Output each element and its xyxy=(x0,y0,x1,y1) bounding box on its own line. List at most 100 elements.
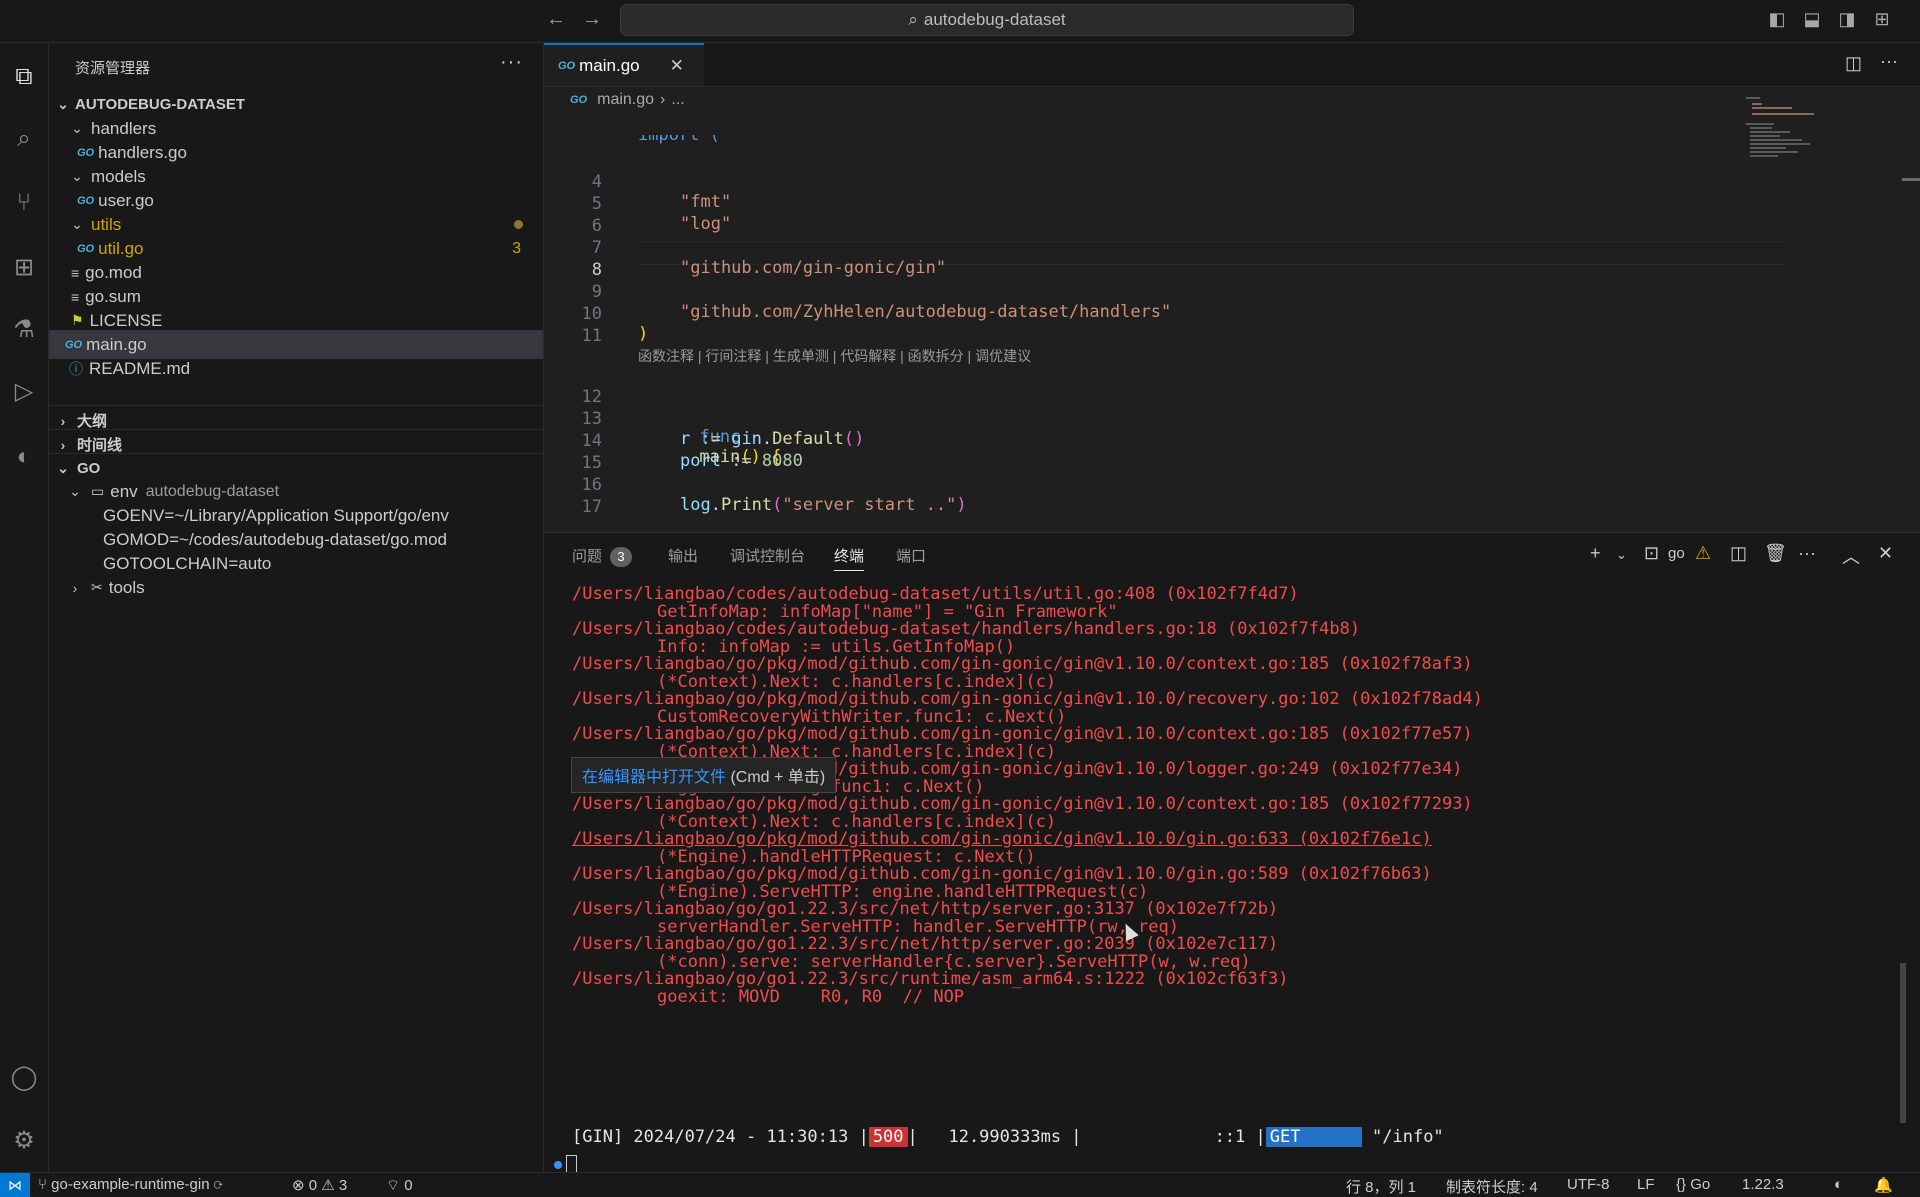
command-center-search[interactable]: ⌕ autodebug-dataset xyxy=(620,4,1354,36)
terminal-name[interactable]: go xyxy=(1668,545,1685,562)
method-get-badge: GET xyxy=(1265,1127,1362,1147)
encoding[interactable]: UTF-8 xyxy=(1567,1176,1610,1193)
tools-icon: ✂ xyxy=(91,579,103,595)
code-line: 7 "github.com/gin-gonic/gin" xyxy=(591,238,947,278)
code-line: 8 xyxy=(591,260,602,280)
customize-layout-icon[interactable]: ⊞ xyxy=(1871,9,1893,29)
terminal-scrollbar[interactable] xyxy=(1900,963,1906,1123)
tree-file-readme[interactable]: ⓘ README.md xyxy=(49,354,543,383)
braces-icon: {} xyxy=(1676,1176,1691,1193)
tab-ports[interactable]: 端口 xyxy=(896,545,926,566)
status-500-badge: 500 xyxy=(868,1127,908,1147)
command-decoration-dot xyxy=(554,1161,562,1169)
add-terminal-icon[interactable]: + xyxy=(1590,543,1601,564)
explorer-sidebar: 资源管理器 ··· ⌄ AUTODEBUG-DATASET ⌄ handlers… xyxy=(49,43,544,1183)
sync-icon: ⟳ xyxy=(213,1176,223,1193)
toggle-panel-icon[interactable]: ⬓ xyxy=(1801,9,1823,29)
toggle-sidebar-icon[interactable]: ◧ xyxy=(1766,9,1788,29)
code-line: 15 xyxy=(581,453,602,473)
more-actions-icon[interactable]: ··· xyxy=(1880,51,1898,72)
antenna-icon: ⌔ xyxy=(386,1177,405,1194)
editor-area: GO main.go ✕ ◫ ··· GO main.go › ... impo… xyxy=(544,43,1920,531)
tab-main-go[interactable]: GO main.go ✕ xyxy=(544,43,704,86)
go-tools-node[interactable]: › ✂ tools xyxy=(49,573,543,602)
ports-indicator[interactable]: ⌔ 0 xyxy=(386,1176,413,1195)
chevron-down-icon: ⌄ xyxy=(69,483,81,499)
arrow-left-icon[interactable]: ← xyxy=(546,8,566,31)
split-editor-icon[interactable]: ◫ xyxy=(1845,53,1862,74)
split-terminal-icon[interactable]: ◫ xyxy=(1730,543,1747,564)
open-file-link[interactable]: 在编辑器中打开文件 xyxy=(582,769,726,786)
bell-icon[interactable]: 🔔 xyxy=(1874,1176,1893,1194)
warning-icon: ⚠ xyxy=(321,1177,339,1194)
code-line: 6 xyxy=(591,216,602,236)
file-lines-icon: ≡ xyxy=(71,264,80,281)
tab-problems[interactable]: 问题 3 xyxy=(572,545,633,567)
more-actions-icon[interactable]: ··· xyxy=(1798,543,1816,564)
breadcrumb-symbol[interactable]: ... xyxy=(671,91,684,109)
explorer-title: 资源管理器 xyxy=(75,60,151,77)
trash-icon[interactable]: 🗑 xyxy=(1764,543,1787,564)
chevron-right-icon: › xyxy=(660,91,666,108)
chevron-right-icon: › xyxy=(60,436,66,453)
minimap[interactable] xyxy=(1744,95,1864,175)
maximize-panel-icon[interactable]: ︿ xyxy=(1842,543,1860,569)
explorer-icon[interactable]: ⧉ xyxy=(0,53,48,101)
terminal-icon[interactable]: ⊡ xyxy=(1644,543,1659,564)
chevron-down-icon: ⌄ xyxy=(71,168,83,184)
breadcrumb: GO main.go › ... xyxy=(570,91,685,109)
tab-terminal[interactable]: 终端 xyxy=(834,545,865,571)
extension-c-icon[interactable]: ◐ xyxy=(0,433,48,481)
info-icon: ⓘ xyxy=(69,360,83,377)
go-file-icon: GO xyxy=(77,194,95,207)
link-tooltip: 在编辑器中打开文件 (Cmd + 单击) xyxy=(571,757,837,793)
chevron-down-icon: ⌄ xyxy=(71,216,83,232)
chevron-down-icon[interactable]: ⌄ xyxy=(1616,547,1627,563)
remote-icon[interactable]: ⋈ xyxy=(0,1173,30,1197)
code-line: 9 "github.com/ZyhHelen/autodebug-dataset… xyxy=(591,282,1172,322)
breadcrumb-file[interactable]: main.go xyxy=(597,91,654,109)
title-bar: ← → ⌕ autodebug-dataset ◧ ⬓ ◨ ⊞ xyxy=(0,0,1920,43)
testing-icon[interactable]: ⚗ xyxy=(0,305,48,353)
end-of-line[interactable]: LF xyxy=(1637,1176,1655,1193)
close-icon[interactable]: ✕ xyxy=(1878,543,1893,564)
copilot-icon[interactable]: ◐ xyxy=(1834,1176,1843,1193)
terminal-prompt[interactable] xyxy=(554,1154,577,1174)
tab-debug-console[interactable]: 调试控制台 xyxy=(730,545,805,566)
problems-indicator[interactable]: ⊗ 0 ⚠ 3 xyxy=(292,1176,347,1194)
code-line: 16 log.Print("server start ..") xyxy=(581,475,967,515)
tab-output[interactable]: 输出 xyxy=(668,545,698,566)
account-icon[interactable]: ◯ xyxy=(0,1053,48,1101)
search-icon[interactable]: ⌕ xyxy=(0,115,48,163)
codelens-actions[interactable]: 函数注释 | 行间注释 | 生成单测 | 代码解释 | 函数拆分 | 调优建议 xyxy=(638,346,1031,366)
gear-icon[interactable]: ⚙ xyxy=(0,1116,48,1164)
modified-dot xyxy=(514,220,523,229)
bottom-panel: 问题 3 输出 调试控制台 终端 端口 + ⌄ ⊡ go ⚠ ◫ 🗑 ··· ︿ … xyxy=(544,532,1920,1184)
arrow-right-icon[interactable]: → xyxy=(582,8,602,31)
run-debug-icon[interactable]: ▷ xyxy=(0,367,48,415)
language-mode[interactable]: {} Go xyxy=(1676,1176,1710,1193)
code-line: import ( xyxy=(638,135,720,145)
terminal-cursor xyxy=(566,1154,577,1174)
branch-indicator[interactable]: ⑂ go-example-runtime-gin ⟳ xyxy=(38,1176,223,1193)
code-line: 11 xyxy=(581,326,602,346)
tab-bar: GO main.go ✕ ◫ ··· xyxy=(544,43,1920,87)
code-line: 14 port := 8080 xyxy=(581,431,803,471)
chevron-down-icon: ⌄ xyxy=(57,460,69,476)
more-actions-icon[interactable]: ··· xyxy=(500,51,523,74)
chevron-right-icon: › xyxy=(72,579,78,596)
code-line: 4 "fmt" xyxy=(591,172,732,212)
chevron-right-icon: › xyxy=(60,412,66,429)
go-version[interactable]: 1.22.3 xyxy=(1742,1176,1784,1193)
license-icon: ⚑ xyxy=(71,312,84,328)
problem-count-badge: 3 xyxy=(512,239,521,257)
source-control-icon[interactable]: ⑂ xyxy=(0,179,48,227)
toggle-secondary-sidebar-icon[interactable]: ◨ xyxy=(1836,9,1858,29)
editor-scrollbar[interactable] xyxy=(1902,178,1920,181)
cursor-position[interactable]: 行 8，列 1 xyxy=(1346,1176,1416,1197)
extensions-icon[interactable]: ⊞ xyxy=(0,243,48,291)
file-lines-icon: ≡ xyxy=(71,288,80,305)
tab-size[interactable]: 制表符长度: 4 xyxy=(1446,1176,1538,1197)
close-icon[interactable]: ✕ xyxy=(670,56,684,76)
go-file-icon: GO xyxy=(77,146,95,159)
